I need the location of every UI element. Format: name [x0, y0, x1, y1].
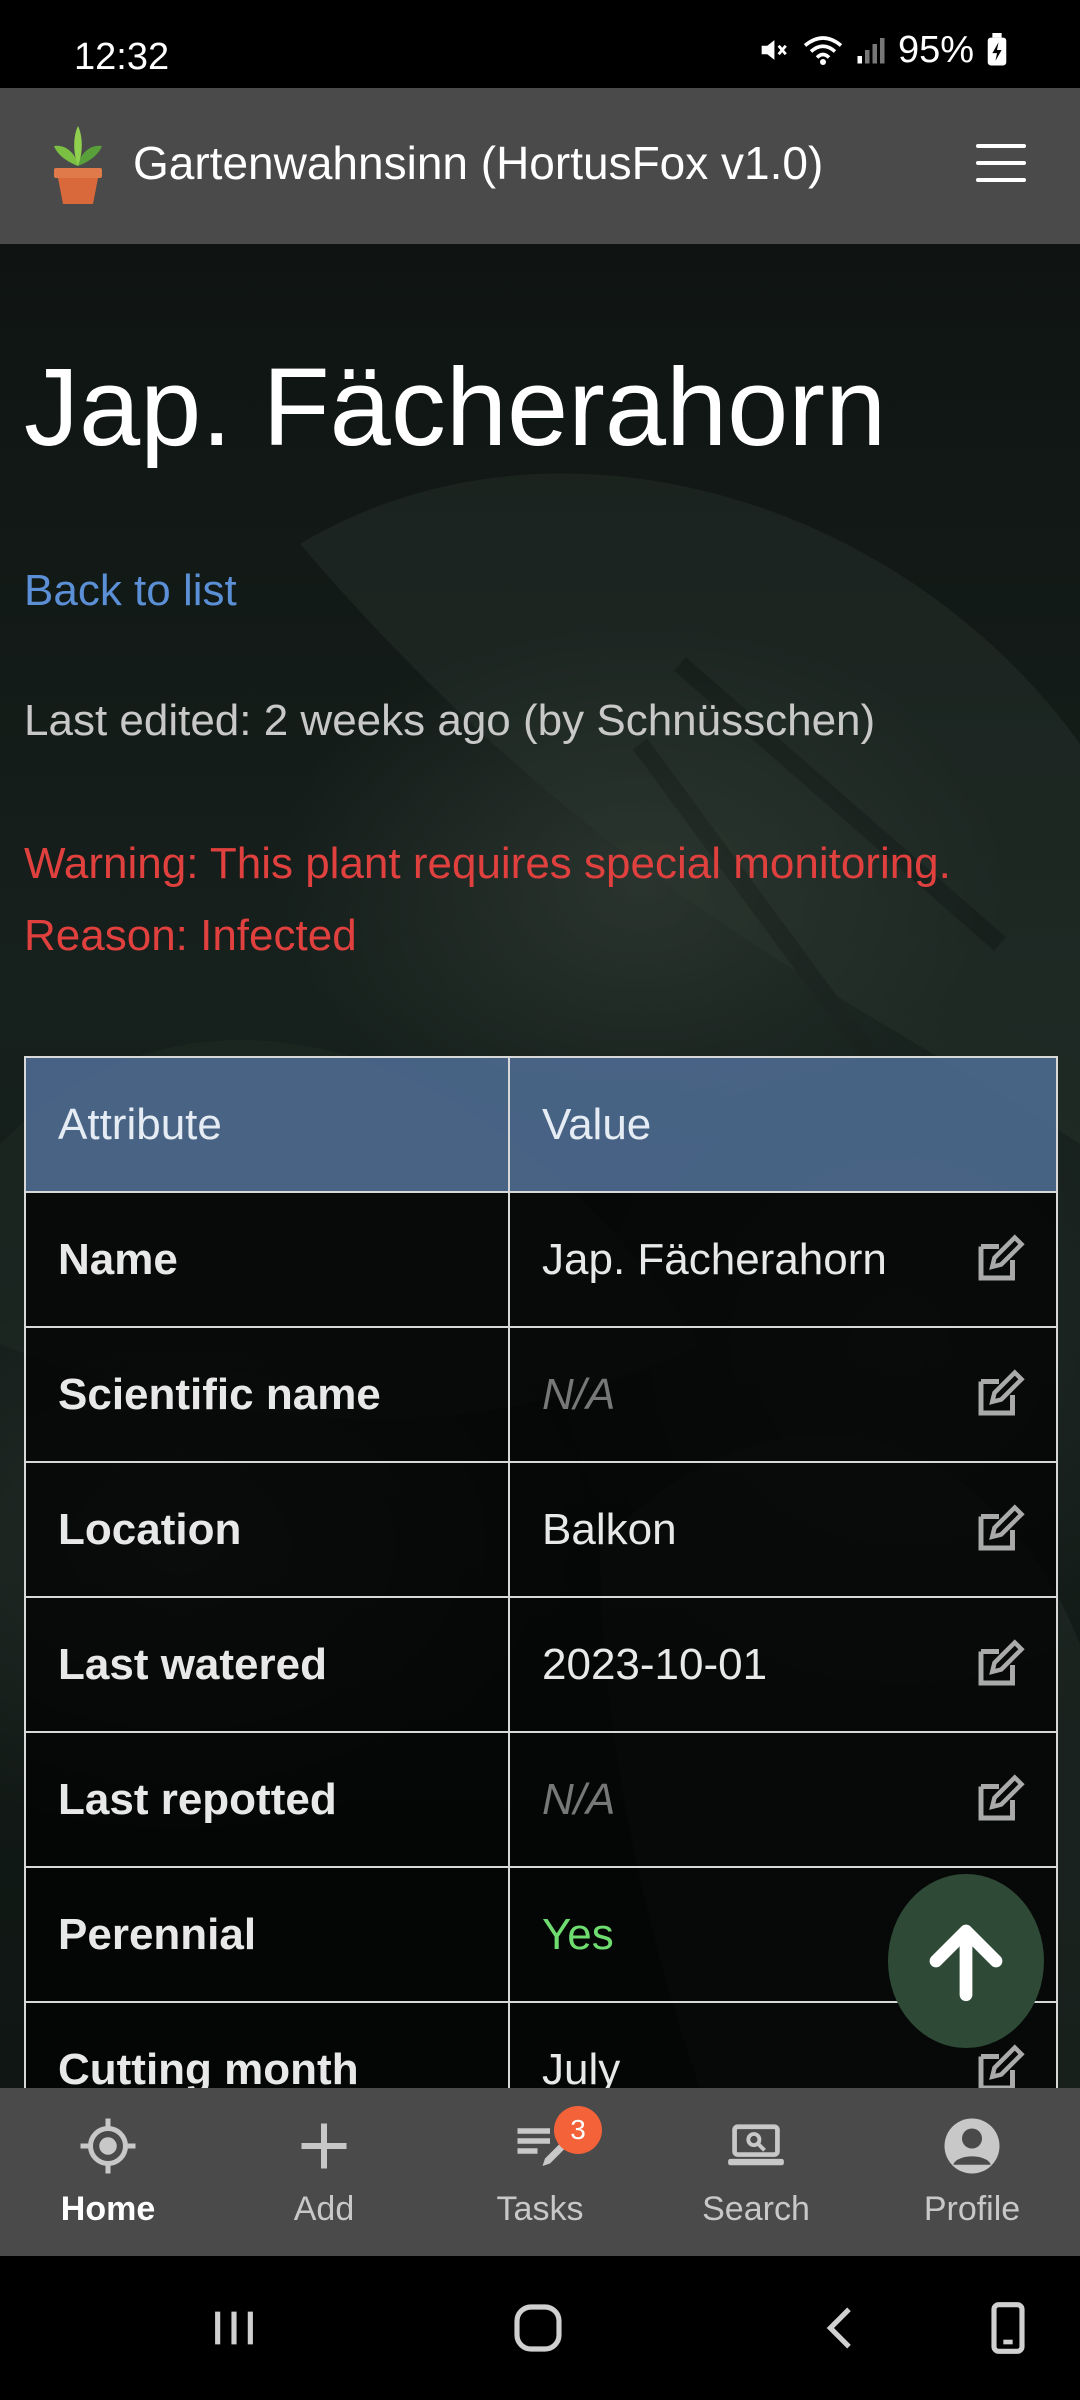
profile-icon: [942, 2116, 1002, 2176]
recent-apps-icon[interactable]: [206, 2300, 262, 2356]
attribute-value-cell: Jap. Fächerahorn: [508, 1191, 1058, 1328]
table-row: Scientific name N/A: [24, 1326, 1058, 1463]
page-title: Jap. Fächerahorn: [24, 346, 887, 469]
potted-plant-icon: [54, 126, 102, 204]
home-target-icon: [78, 2116, 138, 2176]
perennial-value: Yes: [542, 1909, 614, 1959]
back-button-icon[interactable]: [814, 2300, 870, 2356]
wifi-icon: [803, 36, 843, 65]
attribute-location-label: Location: [24, 1461, 510, 1598]
last-watered-value: 2023-10-01: [542, 1639, 768, 1689]
nav-label: Home: [60, 2190, 156, 2228]
scroll-to-top-button[interactable]: [888, 1874, 1044, 2048]
hamburger-menu-icon[interactable]: [976, 144, 1026, 182]
table-row: Last repotted N/A: [24, 1731, 1058, 1868]
mute-icon: [761, 40, 787, 60]
table-row: Last watered 2023-10-01: [24, 1596, 1058, 1733]
edit-icon[interactable]: [972, 1233, 1026, 1287]
nav-item-add[interactable]: Add: [216, 2088, 432, 2256]
laptop-search-icon: [726, 2116, 786, 2176]
nav-item-tasks[interactable]: Tasks 3: [432, 2088, 648, 2256]
table-row: Location Balkon: [24, 1461, 1058, 1598]
attribute-value-cell: Balkon: [508, 1461, 1058, 1598]
table-row: Cutting month July: [24, 2001, 1058, 2089]
attribute-perennial-label: Perennial: [24, 1866, 510, 2003]
scientific-name-value: N/A: [542, 1369, 616, 1419]
nav-label: Search: [702, 2190, 810, 2228]
column-header-attribute: Attribute: [24, 1056, 510, 1193]
edit-icon[interactable]: [972, 1503, 1026, 1557]
plant-detail-content: Jap. Fächerahorn Back to list Last edite…: [0, 244, 1080, 2088]
app-title: Gartenwahnsinn (HortusFox v1.0): [133, 137, 824, 189]
status-bar: 12:32 95%: [0, 0, 1080, 88]
attribute-name-label: Name: [24, 1191, 510, 1328]
system-navigation-bar: [0, 2256, 1080, 2400]
status-icons: 95%: [756, 28, 1008, 71]
plus-icon: [294, 2116, 354, 2176]
edit-icon[interactable]: [972, 1773, 1026, 1827]
nav-label: Profile: [923, 2190, 1021, 2228]
edit-icon[interactable]: [972, 2043, 1026, 2089]
status-time: 12:32: [74, 36, 170, 78]
attribute-cutting-month-label: Cutting month: [24, 2001, 510, 2088]
attribute-value-cell: N/A: [508, 1731, 1058, 1868]
edit-icon[interactable]: [972, 1368, 1026, 1422]
attribute-last-watered-label: Last watered: [24, 1596, 510, 1733]
top-app-bar: Gartenwahnsinn (HortusFox v1.0): [0, 88, 1080, 244]
nav-item-search[interactable]: Search: [648, 2088, 864, 2256]
bottom-navigation: Home Add Tasks 3 Search Profile: [0, 2088, 1080, 2256]
attribute-scientific-name-label: Scientific name: [24, 1326, 510, 1463]
battery-percent: 95%: [897, 28, 974, 71]
rotate-phone-icon[interactable]: [980, 2300, 1036, 2356]
last-repotted-value: N/A: [542, 1774, 616, 1824]
nav-item-home[interactable]: Home: [0, 2088, 216, 2256]
tasks-count-badge: 3: [554, 2106, 602, 2154]
attribute-value-cell: 2023-10-01: [508, 1596, 1058, 1733]
back-to-list-link[interactable]: Back to list: [24, 566, 237, 616]
table-header-row: Attribute Value: [24, 1056, 1058, 1193]
battery-charging-icon: [987, 33, 1007, 66]
last-edited-text: Last edited: 2 weeks ago (by Schnüsschen…: [24, 696, 876, 745]
name-value: Jap. Fächerahorn: [542, 1234, 887, 1284]
nav-item-profile[interactable]: Profile: [864, 2088, 1080, 2256]
warning-text: Warning: This plant requires special mon…: [24, 839, 951, 888]
nav-label: Tasks: [496, 2190, 584, 2228]
home-button-icon[interactable]: [508, 2300, 568, 2356]
signal-icon: [857, 38, 885, 64]
special-monitoring-warning: Warning: This plant requires special mon…: [24, 828, 951, 972]
arrow-up-icon: [929, 1924, 1003, 2002]
warning-reason: Reason: Infected: [24, 911, 357, 960]
edit-icon[interactable]: [972, 1638, 1026, 1692]
nav-label: Add: [293, 2190, 355, 2228]
location-value: Balkon: [542, 1504, 677, 1554]
column-header-value: Value: [508, 1056, 1058, 1193]
attribute-value-cell: N/A: [508, 1326, 1058, 1463]
cutting-month-value: July: [542, 2044, 621, 2089]
table-row: Name Jap. Fächerahorn: [24, 1191, 1058, 1328]
attribute-last-repotted-label: Last repotted: [24, 1731, 510, 1868]
